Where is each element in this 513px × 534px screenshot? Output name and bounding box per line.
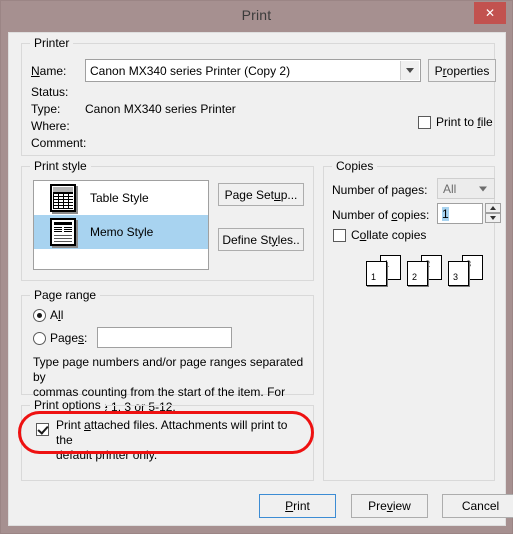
spinner-down-icon[interactable] [485, 213, 501, 223]
collate-copies-checkbox[interactable] [333, 229, 346, 242]
close-button[interactable]: ✕ [474, 2, 506, 24]
attached-line-2: default printer only. [56, 448, 158, 462]
dialog-client-area: Printer Name: Canon MX340 series Printer… [8, 32, 513, 526]
collate-page-pair: 2 2 [407, 255, 444, 288]
style-item-label: Memo Style [90, 225, 154, 239]
style-item-label: Table Style [90, 191, 149, 205]
spinner-up-icon[interactable] [485, 203, 501, 213]
define-styles-button-label: Define Styles.. [222, 232, 300, 247]
help-line-1: Type page numbers and/or page ranges sep… [33, 355, 304, 384]
cancel-button[interactable]: Cancel [442, 494, 513, 518]
page-range-pages-input[interactable] [97, 327, 232, 348]
number-of-copies-value: 1 [442, 206, 449, 221]
window-title: Print [241, 7, 272, 23]
title-bar: Print ✕ [1, 1, 512, 32]
preview-button-label: Preview [368, 499, 411, 513]
collate-page-number: 3 [453, 272, 459, 282]
print-button-label: Print [285, 499, 310, 513]
page-range-group-label: Page range [30, 288, 101, 302]
printer-name-value: Canon MX340 series Printer (Copy 2) [90, 63, 291, 78]
printer-where-label: Where: [31, 119, 70, 133]
chevron-down-icon [479, 186, 487, 191]
print-to-file-label: Print to file [436, 115, 493, 129]
collate-page-pair: 3 3 [448, 255, 485, 288]
properties-button[interactable]: Properties [428, 59, 496, 82]
style-list-item-table[interactable]: Table Style [34, 181, 208, 215]
printer-type-value: Canon MX340 series Printer [85, 102, 236, 116]
memo-style-icon [50, 218, 76, 246]
collate-illustration: 1 1 2 2 3 3 [366, 255, 486, 291]
number-of-copies-spinner[interactable] [485, 203, 501, 224]
properties-button-label: Properties [434, 63, 490, 78]
printer-comment-label: Comment: [31, 136, 87, 150]
page-range-all-label: All [50, 308, 64, 322]
page-range-pages-radio[interactable] [33, 332, 46, 345]
define-styles-button[interactable]: Define Styles.. [218, 228, 304, 251]
number-of-pages-value: All [443, 181, 457, 196]
number-of-copies-input[interactable]: 1 [437, 203, 483, 224]
collate-page-number: 1 [371, 272, 377, 282]
number-of-pages-label: Number of pages: [332, 183, 428, 197]
style-list-item-memo[interactable]: Memo Style [34, 215, 208, 249]
attached-line-1: Print attached files. Attachments will p… [56, 418, 288, 447]
collate-page-pair: 1 1 [366, 255, 403, 288]
print-attached-files-checkbox[interactable] [36, 423, 49, 436]
chevron-down-icon[interactable] [400, 61, 419, 80]
page-setup-button-label: Page Setup... [224, 187, 298, 202]
copies-group-label: Copies [332, 159, 378, 173]
print-style-group-label: Print style [30, 159, 91, 173]
cancel-button-label: Cancel [461, 499, 500, 513]
printer-name-label: Name: [31, 64, 67, 78]
preview-button[interactable]: Preview [351, 494, 428, 518]
collate-copies-label: Collate copies [351, 228, 427, 242]
table-style-icon [50, 184, 76, 212]
print-dialog-window: Print ✕ Printer Name: Canon MX340 series… [0, 0, 513, 534]
print-button[interactable]: Print [259, 494, 336, 518]
collate-page-front: 3 [448, 261, 469, 286]
page-setup-button[interactable]: Page Setup... [218, 183, 304, 206]
collate-page-front: 2 [407, 261, 428, 286]
print-options-group-label: Print options [30, 398, 105, 412]
page-range-pages-label: Pages: [50, 331, 88, 345]
page-range-all-radio[interactable] [33, 309, 46, 322]
printer-group-label: Printer [30, 36, 74, 50]
printer-name-combo[interactable]: Canon MX340 series Printer (Copy 2) [85, 59, 421, 82]
print-attached-files-label: Print attached files. Attachments will p… [56, 418, 304, 463]
number-of-pages-combo[interactable]: All [437, 178, 495, 199]
close-icon: ✕ [484, 6, 496, 20]
collate-page-number: 2 [412, 272, 418, 282]
printer-type-label: Type: [31, 102, 61, 116]
print-style-list[interactable]: Table Style Memo Style [33, 180, 209, 270]
print-to-file-checkbox[interactable] [418, 116, 431, 129]
collate-page-front: 1 [366, 261, 387, 286]
number-of-copies-label: Number of copies: [332, 208, 430, 222]
printer-status-label: Status: [31, 85, 69, 99]
